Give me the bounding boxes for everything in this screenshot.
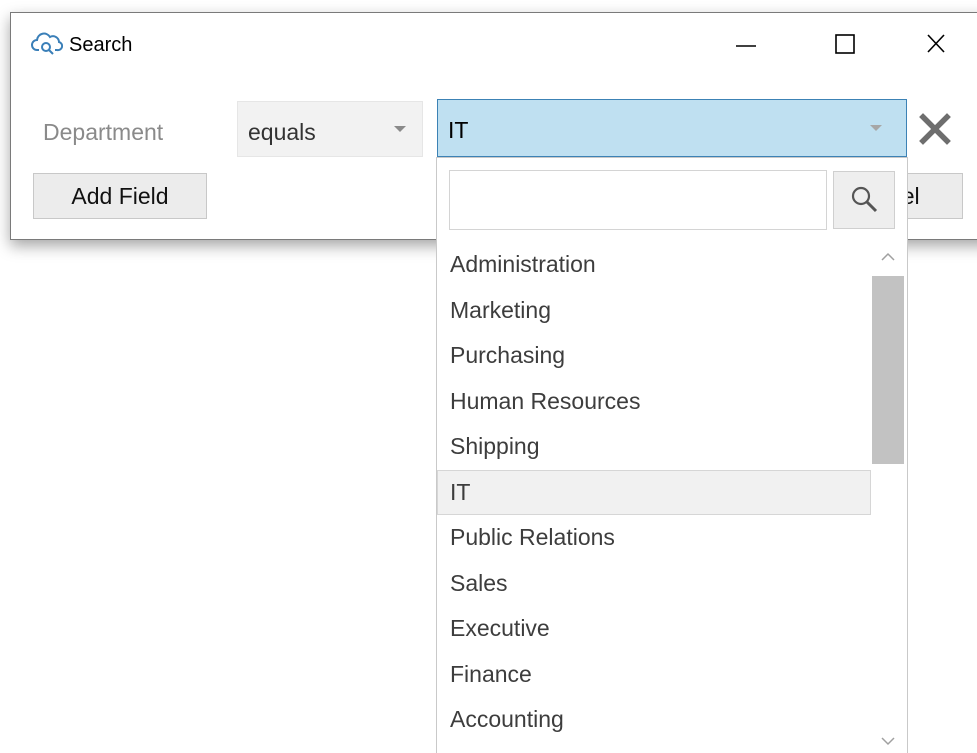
- list-item-selected[interactable]: IT: [437, 469, 871, 515]
- list-item[interactable]: Marketing: [437, 288, 871, 334]
- value-select[interactable]: IT: [437, 99, 907, 157]
- operator-value: equals: [248, 119, 316, 145]
- list-item[interactable]: Public Relations: [437, 515, 871, 561]
- add-field-button[interactable]: Add Field: [33, 173, 207, 219]
- scroll-up-chevron-icon[interactable]: [871, 242, 905, 272]
- dropdown-scrollbar[interactable]: [871, 242, 905, 753]
- list-item[interactable]: Administration: [437, 242, 871, 288]
- scrollbar-thumb[interactable]: [872, 276, 904, 464]
- chevron-down-icon: [394, 126, 406, 132]
- scroll-down-chevron-icon[interactable]: [871, 726, 905, 753]
- list-item[interactable]: Treasury: [437, 743, 871, 753]
- cloud-search-icon: [31, 30, 64, 56]
- dropdown-search-button[interactable]: [833, 171, 895, 229]
- close-icon[interactable]: [916, 27, 956, 61]
- chevron-down-icon: [870, 125, 882, 131]
- operator-select[interactable]: equals: [237, 101, 423, 157]
- maximize-icon[interactable]: [825, 27, 865, 61]
- field-label-department: Department: [43, 119, 164, 145]
- list-item[interactable]: Purchasing: [437, 333, 871, 379]
- screen: Search Department equals IT Add Field Ad…: [0, 0, 977, 753]
- list-item[interactable]: Sales: [437, 561, 871, 607]
- list-item[interactable]: Shipping: [437, 424, 871, 470]
- title-bar[interactable]: Search: [11, 13, 977, 79]
- list-item[interactable]: Finance: [437, 652, 871, 698]
- list-item[interactable]: Executive: [437, 606, 871, 652]
- value-select-text: IT: [448, 117, 469, 143]
- dropdown-search-input[interactable]: [449, 170, 827, 230]
- remove-x-icon[interactable]: [917, 111, 953, 147]
- dropdown-options-list: Administration Marketing Purchasing Huma…: [437, 242, 871, 753]
- list-item[interactable]: Human Resources: [437, 379, 871, 425]
- list-item[interactable]: Accounting: [437, 697, 871, 743]
- minimize-icon[interactable]: [726, 27, 766, 61]
- value-dropdown-popup: Administration Marketing Purchasing Huma…: [436, 157, 908, 753]
- magnifier-icon: [851, 186, 878, 213]
- window-title: Search: [69, 34, 133, 56]
